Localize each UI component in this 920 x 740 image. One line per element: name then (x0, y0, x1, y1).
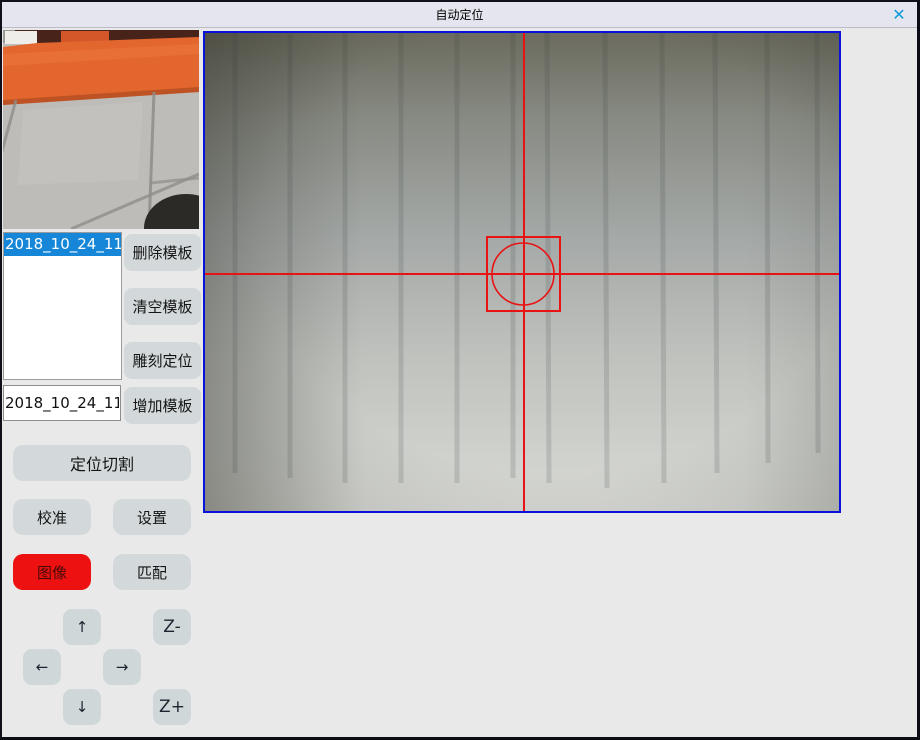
template-preview-graphic (3, 30, 199, 229)
match-button[interactable]: 匹配 (113, 554, 191, 590)
image-button[interactable]: 图像 (13, 554, 91, 590)
add-template-button[interactable]: 增加模板 (124, 387, 201, 424)
template-list-item[interactable]: 2018_10_24_11 (4, 233, 121, 256)
delete-template-button[interactable]: 删除模板 (124, 234, 201, 271)
engrave-locate-button[interactable]: 雕刻定位 (124, 342, 201, 379)
jog-right-button[interactable]: → (103, 649, 141, 685)
template-preview-image (3, 30, 199, 229)
jog-z-plus-button[interactable]: Z+ (153, 689, 191, 725)
jog-z-minus-button[interactable]: Z- (153, 609, 191, 645)
camera-feed (205, 33, 839, 511)
template-list[interactable]: 2018_10_24_11 (3, 232, 122, 380)
auto-locate-dialog: 自动定位 ✕ 2018_10_24_11 (0, 0, 920, 740)
jog-down-button[interactable]: ↓ (63, 689, 101, 725)
jog-left-button[interactable]: ← (23, 649, 61, 685)
jog-up-button[interactable]: ↑ (63, 609, 101, 645)
template-name-input[interactable] (3, 385, 121, 421)
window-title: 自动定位 (435, 6, 483, 23)
locate-cut-button[interactable]: 定位切割 (13, 445, 191, 481)
title-bar: 自动定位 ✕ (2, 2, 917, 28)
close-icon[interactable]: ✕ (888, 4, 910, 26)
calibrate-button[interactable]: 校准 (13, 499, 91, 535)
camera-view[interactable] (203, 31, 841, 513)
clear-templates-button[interactable]: 清空模板 (124, 288, 201, 325)
settings-button[interactable]: 设置 (113, 499, 191, 535)
